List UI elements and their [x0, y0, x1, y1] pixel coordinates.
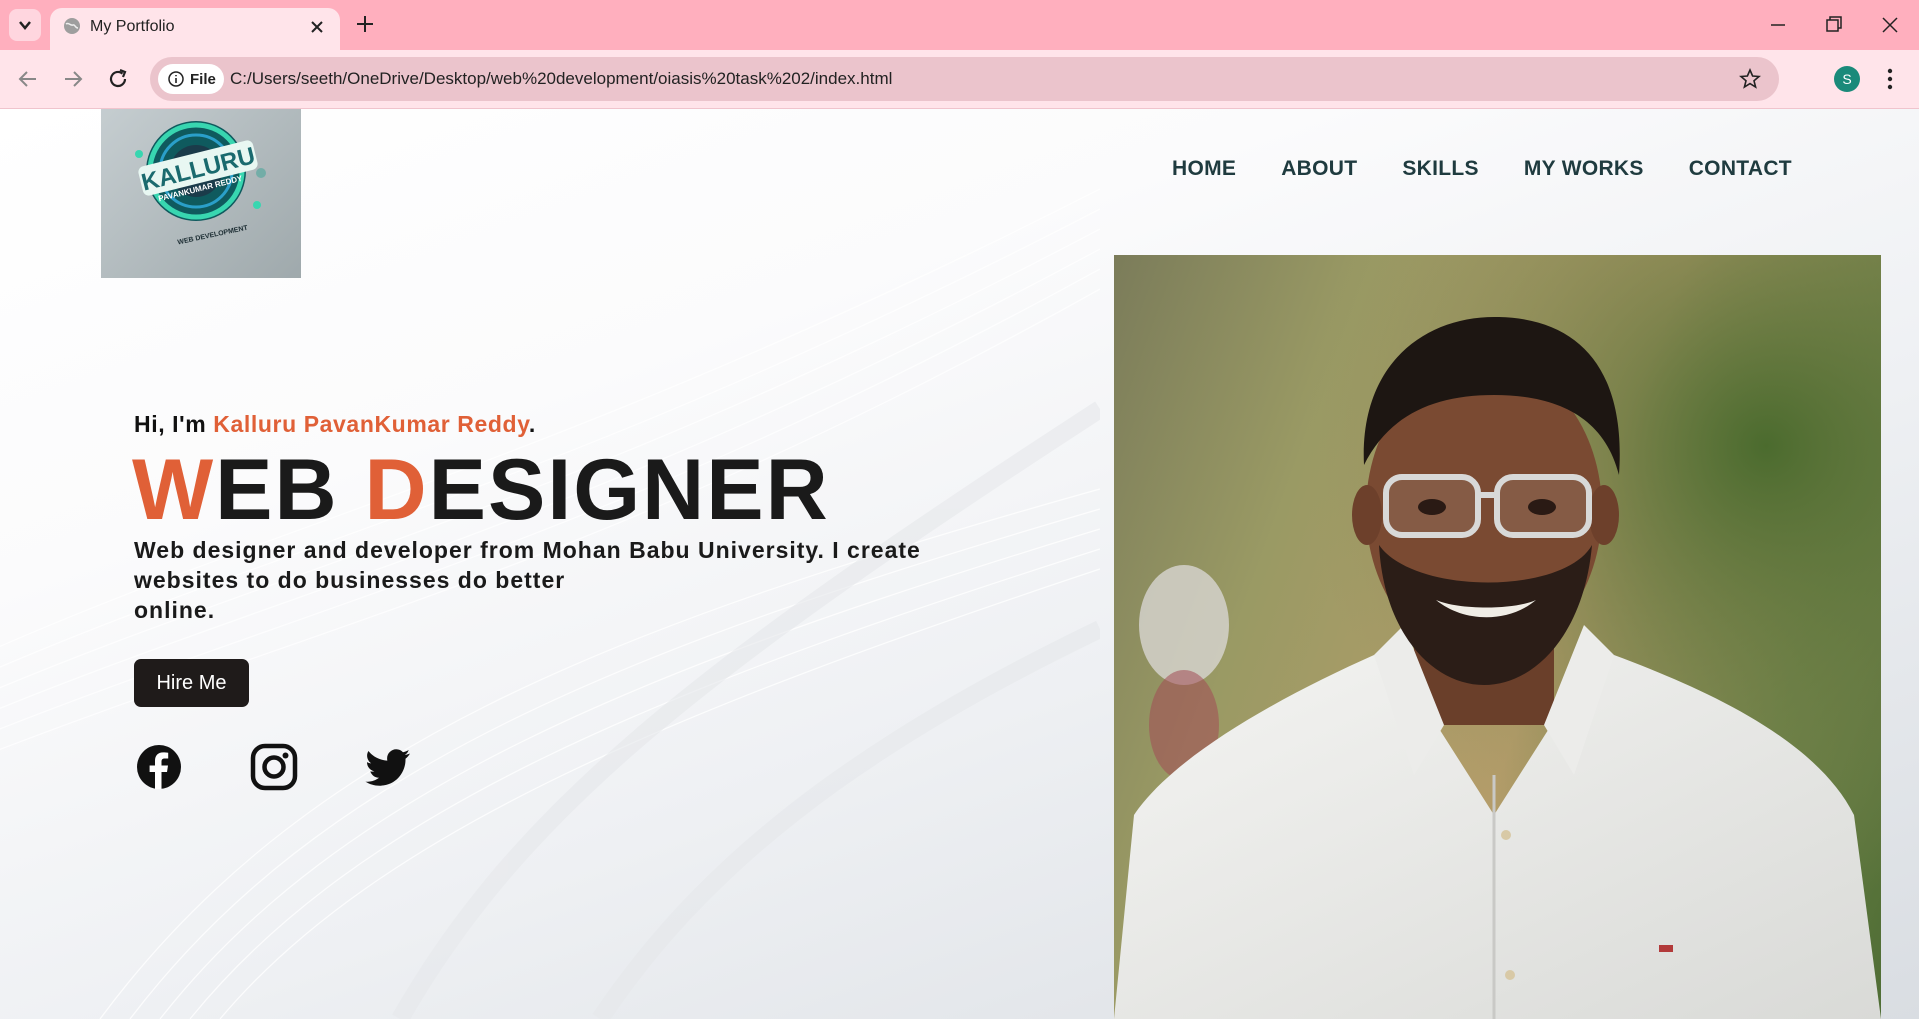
portrait-illustration	[1114, 255, 1881, 1019]
tab-title: My Portfolio	[90, 18, 175, 35]
browser-toolbar: File C:/Users/seeth/OneDrive/Desktop/web…	[0, 50, 1919, 109]
new-tab-icon[interactable]	[354, 13, 376, 35]
nav-home[interactable]: HOME	[1172, 157, 1236, 181]
nav-contact[interactable]: CONTACT	[1689, 157, 1792, 181]
headline-eb: EB	[215, 442, 365, 538]
description-line: online.	[134, 597, 216, 623]
headline-d: D	[364, 442, 429, 538]
logo-emblem: KALLURU PAVANKUMAR REDDY WEB DEVELOPMENT	[135, 121, 266, 247]
main-nav: HOME ABOUT SKILLS MY WORKS CONTACT	[1172, 157, 1837, 181]
site-info-label: File	[190, 70, 216, 88]
description-line: Web designer and developer from Mohan Ba…	[134, 537, 921, 563]
bookmark-star-icon[interactable]	[1739, 68, 1761, 90]
browser-tab-strip: My Portfolio	[0, 0, 1919, 50]
instagram-icon[interactable]	[250, 743, 298, 791]
nav-about[interactable]: ABOUT	[1281, 157, 1357, 181]
reload-icon[interactable]	[106, 67, 130, 91]
tab-search-button[interactable]	[9, 9, 41, 41]
address-bar[interactable]: File C:/Users/seeth/OneDrive/Desktop/web…	[150, 57, 1779, 101]
nav-skills[interactable]: SKILLS	[1402, 157, 1478, 181]
profile-avatar[interactable]: S	[1834, 66, 1860, 92]
url-text[interactable]: C:/Users/seeth/OneDrive/Desktop/web%20de…	[230, 69, 892, 89]
globe-icon	[64, 18, 80, 34]
site-logo[interactable]: KALLURU PAVANKUMAR REDDY WEB DEVELOPMENT	[101, 109, 301, 278]
restore-icon[interactable]	[1825, 14, 1843, 36]
hero-greeting: Hi, I'm Kalluru PavanKumar Reddy.	[134, 411, 536, 438]
logo-tag-text: WEB DEVELOPMENT	[177, 225, 249, 247]
hero-description: Web designer and developer from Mohan Ba…	[134, 535, 934, 625]
browser-tab[interactable]: My Portfolio	[50, 8, 340, 50]
greeting-prefix: Hi, I'm	[134, 411, 214, 437]
headline-esigner: ESIGNER	[428, 442, 830, 538]
facebook-icon[interactable]	[135, 743, 183, 791]
twitter-icon[interactable]	[364, 743, 412, 791]
close-tab-icon[interactable]	[310, 20, 324, 34]
forward-icon[interactable]	[61, 67, 85, 91]
more-menu-icon[interactable]	[1886, 67, 1894, 91]
close-window-icon[interactable]	[1881, 14, 1899, 36]
nav-my-works[interactable]: MY WORKS	[1524, 157, 1644, 181]
back-icon[interactable]	[16, 67, 40, 91]
info-icon	[168, 71, 184, 87]
site-info-chip[interactable]: File	[158, 64, 224, 94]
page-viewport: KALLURU PAVANKUMAR REDDY WEB DEVELOPMENT…	[0, 109, 1919, 1019]
profile-photo	[1114, 255, 1881, 1019]
hero-headline: WEB DESIGNER	[132, 439, 830, 542]
minimize-icon[interactable]	[1770, 14, 1786, 36]
hire-me-button[interactable]: Hire Me	[134, 659, 249, 707]
description-line: websites to do businesses do better	[134, 567, 566, 593]
headline-w: W	[132, 442, 216, 538]
hero-name: Kalluru PavanKumar Reddy	[213, 411, 529, 437]
greeting-suffix: .	[528, 411, 536, 437]
chevron-down-icon	[19, 21, 31, 30]
